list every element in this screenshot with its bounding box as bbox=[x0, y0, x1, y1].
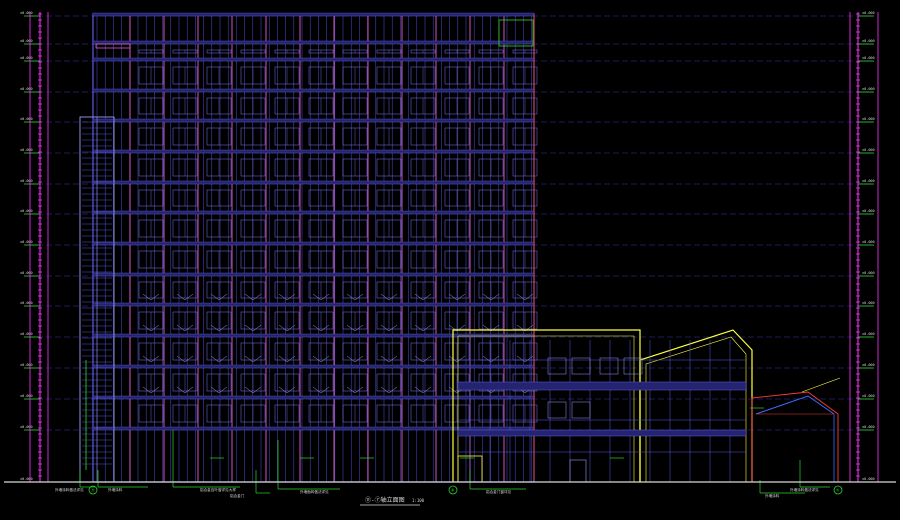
floor-band bbox=[92, 88, 535, 93]
grid-bubble-label: ⑨ bbox=[451, 488, 455, 493]
floor-band bbox=[92, 426, 535, 431]
floor-band bbox=[92, 12, 535, 17]
level-label: ±0.000 bbox=[20, 425, 33, 429]
drawing-title: ⑪-⑦轴立面图 bbox=[365, 496, 405, 504]
annotation-text: 铝合金百叶窗详见大样 bbox=[200, 487, 236, 492]
annex-band bbox=[457, 429, 747, 437]
floor-band bbox=[92, 149, 535, 154]
cad-drawing-canvas: ±0.000 ±0.000 ±0.000 ±0.000 ±0.000 ±0.000 ±0.0… bbox=[0, 0, 900, 520]
level-label: ±0.000 bbox=[20, 117, 33, 121]
annotation-text: 铝合金门窗详见 bbox=[486, 489, 512, 494]
level-label: ±0.000 bbox=[20, 477, 33, 481]
annex-outline bbox=[452, 329, 641, 482]
level-label: ±0.000 bbox=[862, 425, 875, 429]
level-label: ±0.000 bbox=[862, 11, 875, 15]
level-label: ±0.000 bbox=[20, 87, 33, 91]
level-label: ±0.000 bbox=[862, 332, 875, 336]
level-label: ±0.000 bbox=[20, 301, 33, 305]
floor-band bbox=[92, 57, 535, 62]
level-label: ±0.000 bbox=[862, 477, 875, 481]
annotation-text: 外墙涂料 bbox=[765, 493, 780, 498]
gable-outline bbox=[639, 329, 753, 482]
floor-band bbox=[92, 210, 535, 215]
floor-band bbox=[92, 302, 535, 307]
canopy-edge bbox=[801, 377, 841, 393]
level-label: ±0.000 bbox=[862, 209, 875, 213]
annex-band bbox=[457, 381, 747, 391]
level-label: ±0.000 bbox=[862, 117, 875, 121]
annex-window bbox=[571, 401, 591, 419]
annex-window bbox=[547, 357, 567, 375]
level-label: ±0.000 bbox=[862, 148, 875, 152]
floor-band bbox=[92, 395, 535, 400]
level-label: ±0.000 bbox=[20, 209, 33, 213]
floor-band bbox=[92, 272, 535, 277]
level-label: ±0.000 bbox=[862, 179, 875, 183]
annotation-text: 外墙涂料做法详见 bbox=[790, 487, 819, 492]
annex-window bbox=[571, 357, 591, 375]
level-label: ±0.000 bbox=[20, 56, 33, 60]
floor-band bbox=[92, 118, 535, 123]
floor-band bbox=[92, 333, 535, 338]
annex-building bbox=[452, 329, 753, 483]
level-label: ±0.000 bbox=[20, 39, 33, 43]
level-label: ±0.000 bbox=[20, 394, 33, 398]
level-label: ±0.000 bbox=[862, 301, 875, 305]
drawing-title-block: ⑪-⑦轴立面图 1:100 bbox=[360, 496, 425, 506]
annex-window bbox=[599, 357, 619, 375]
tower-facade bbox=[92, 12, 538, 483]
level-label: ±0.000 bbox=[862, 87, 875, 91]
level-label: ±0.000 bbox=[862, 363, 875, 367]
drawing-scale: 1:100 bbox=[412, 498, 425, 503]
level-label: ±0.000 bbox=[862, 240, 875, 244]
level-label: ±0.000 bbox=[862, 56, 875, 60]
grid-bubble-label: ⑪ bbox=[91, 487, 95, 493]
level-label: ±0.000 bbox=[20, 271, 33, 275]
level-label: ±0.000 bbox=[20, 148, 33, 152]
parapet-band bbox=[95, 43, 131, 49]
annotation-text: 外墙涂料 bbox=[108, 487, 123, 492]
level-label: ±0.000 bbox=[862, 39, 875, 43]
level-label: ±0.000 bbox=[20, 240, 33, 244]
grid-bubble-label: ⑦ bbox=[836, 488, 840, 493]
annex-window bbox=[623, 357, 643, 375]
annex-door bbox=[569, 459, 587, 483]
elevation-drawing: ±0.000 ±0.000 ±0.000 ±0.000 ±0.000 ±0.000 ±0.0… bbox=[4, 11, 896, 506]
floor-band bbox=[92, 180, 535, 185]
level-label: ±0.000 bbox=[20, 363, 33, 367]
annotation-text: 铝合金门 bbox=[230, 493, 245, 498]
annotation-text: 外墙涂料做法详见 bbox=[55, 487, 84, 492]
level-label: ±0.000 bbox=[20, 11, 33, 15]
right-elevation-ruler: ±0.000 ±0.000 ±0.000 ±0.000 ±0.000 ±0.000 ±0.0… bbox=[849, 11, 879, 483]
floor-band bbox=[92, 241, 535, 246]
annotation-text: 外墙面砖做法详见 bbox=[300, 489, 329, 494]
level-label: ±0.000 bbox=[862, 394, 875, 398]
annex-window bbox=[547, 401, 567, 419]
level-label: ±0.000 bbox=[862, 271, 875, 275]
gable-inner-outline bbox=[645, 336, 747, 482]
canopy-outline bbox=[751, 391, 839, 482]
level-label: ±0.000 bbox=[20, 332, 33, 336]
floor-band bbox=[92, 364, 535, 369]
floor-band bbox=[92, 40, 535, 45]
canopy-roof bbox=[755, 395, 835, 415]
level-label: ±0.000 bbox=[20, 179, 33, 183]
left-elevation-ruler: ±0.000 ±0.000 ±0.000 ±0.000 ±0.000 ±0.000 ±0.0… bbox=[20, 11, 49, 483]
